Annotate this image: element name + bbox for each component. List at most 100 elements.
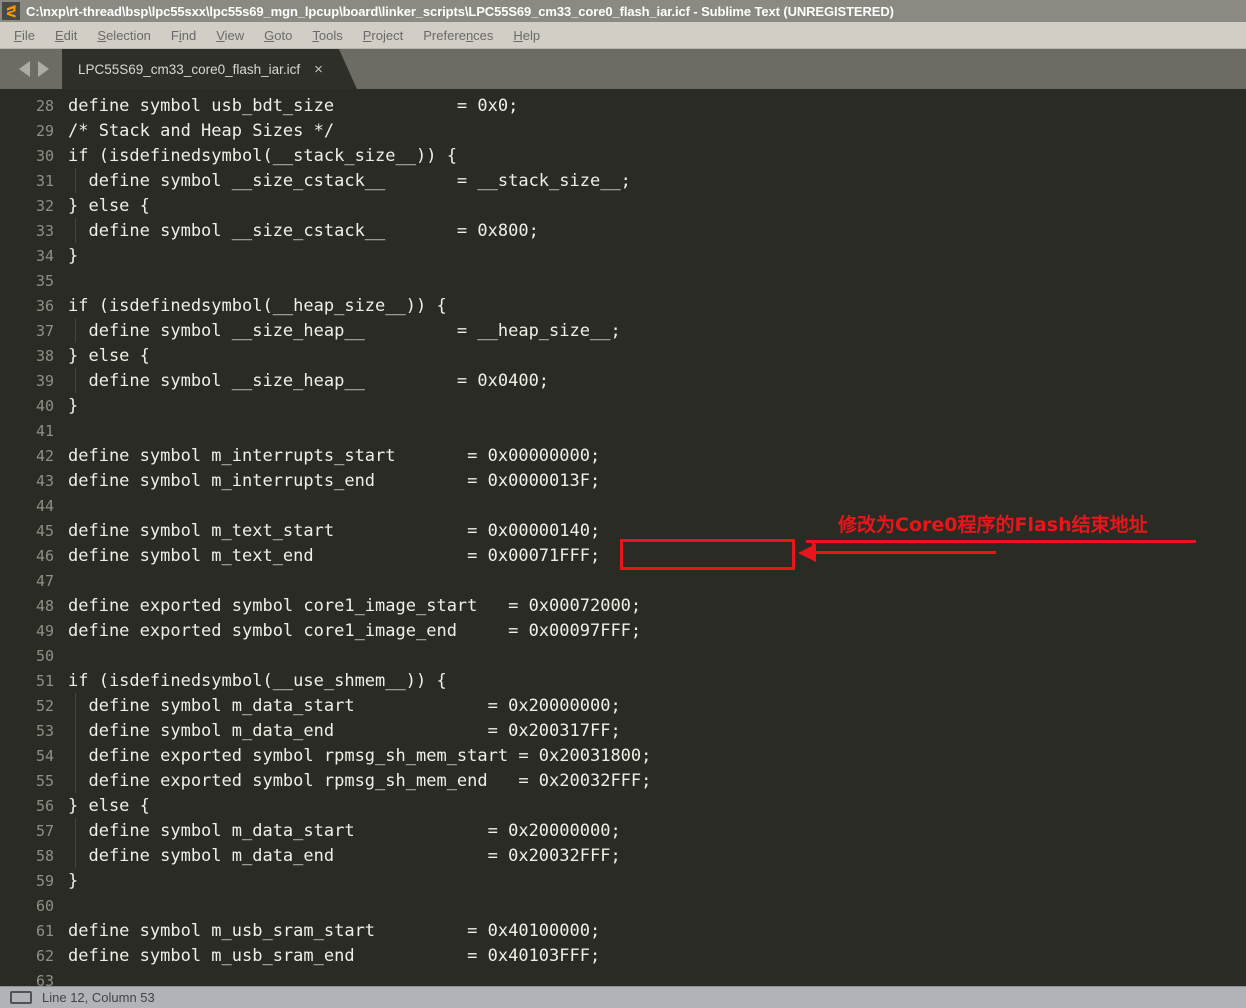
line-number: 40 [0, 397, 68, 415]
code-line[interactable]: 55 define exported symbol rpmsg_sh_mem_e… [0, 768, 1246, 793]
line-number: 55 [0, 772, 68, 790]
code-line[interactable]: 61define symbol m_usb_sram_start = 0x401… [0, 918, 1246, 943]
code-line[interactable]: 40} [0, 393, 1246, 418]
code-line[interactable]: 56} else { [0, 793, 1246, 818]
line-text: define symbol m_interrupts_start = 0x000… [68, 446, 600, 466]
line-number: 39 [0, 372, 68, 390]
line-number: 30 [0, 147, 68, 165]
line-number: 58 [0, 847, 68, 865]
line-number: 56 [0, 797, 68, 815]
code-line[interactable]: 41 [0, 418, 1246, 443]
line-number: 49 [0, 622, 68, 640]
line-number: 38 [0, 347, 68, 365]
tab-label: LPC55S69_cm33_core0_flash_iar.icf [78, 62, 300, 77]
line-number: 44 [0, 497, 68, 515]
menu-item-tools[interactable]: Tools [302, 25, 352, 46]
code-line[interactable]: 57 define symbol m_data_start = 0x200000… [0, 818, 1246, 843]
code-editor[interactable]: 28define symbol usb_bdt_size = 0x0;29/* … [0, 89, 1246, 986]
menu-item-file[interactable]: File [4, 25, 45, 46]
line-number: 36 [0, 297, 68, 315]
menu-item-edit[interactable]: Edit [45, 25, 87, 46]
line-number: 52 [0, 697, 68, 715]
code-line[interactable]: 58 define symbol m_data_end = 0x20032FFF… [0, 843, 1246, 868]
code-line[interactable]: 52 define symbol m_data_start = 0x200000… [0, 693, 1246, 718]
menu-item-help[interactable]: Help [503, 25, 550, 46]
code-line[interactable]: 42define symbol m_interrupts_start = 0x0… [0, 443, 1246, 468]
code-line[interactable]: 53 define symbol m_data_end = 0x200317FF… [0, 718, 1246, 743]
document-icon [10, 991, 32, 1004]
code-line[interactable]: 39 define symbol __size_heap__ = 0x0400; [0, 368, 1246, 393]
code-line[interactable]: 49define exported symbol core1_image_end… [0, 618, 1246, 643]
right-triangle-icon[interactable] [38, 61, 49, 77]
menu-bar: File Edit Selection Find View Goto Tools… [0, 22, 1246, 49]
code-line[interactable]: 45define symbol m_text_start = 0x0000014… [0, 518, 1246, 543]
menu-item-view[interactable]: View [206, 25, 254, 46]
code-line[interactable]: 35 [0, 268, 1246, 293]
line-number: 32 [0, 197, 68, 215]
menu-item-find[interactable]: Find [161, 25, 206, 46]
menu-item-project[interactable]: Project [353, 25, 414, 46]
code-line[interactable]: 60 [0, 893, 1246, 918]
line-text: } [68, 871, 78, 891]
line-number: 37 [0, 322, 68, 340]
line-text: define exported symbol core1_image_start… [68, 596, 641, 616]
code-line[interactable]: 47 [0, 568, 1246, 593]
line-number: 50 [0, 647, 68, 665]
code-line[interactable]: 54 define exported symbol rpmsg_sh_mem_s… [0, 743, 1246, 768]
line-number: 35 [0, 272, 68, 290]
line-number: 43 [0, 472, 68, 490]
code-line[interactable]: 48define exported symbol core1_image_sta… [0, 593, 1246, 618]
line-text: } else { [68, 346, 150, 366]
indent-guide [75, 768, 76, 793]
code-line[interactable]: 31 define symbol __size_cstack__ = __sta… [0, 168, 1246, 193]
menu-item-preferences[interactable]: Preferences [413, 25, 503, 46]
code-line[interactable]: 28define symbol usb_bdt_size = 0x0; [0, 93, 1246, 118]
code-line[interactable]: 43define symbol m_interrupts_end = 0x000… [0, 468, 1246, 493]
line-text: define symbol usb_bdt_size = 0x0; [68, 96, 518, 116]
line-number: 47 [0, 572, 68, 590]
menu-item-selection[interactable]: Selection [87, 25, 161, 46]
line-text: define symbol m_data_start = 0x20000000; [68, 696, 621, 716]
code-line[interactable]: 29/* Stack and Heap Sizes */ [0, 118, 1246, 143]
code-line[interactable]: 50 [0, 643, 1246, 668]
indent-guide [75, 318, 76, 343]
indent-guide [75, 818, 76, 843]
line-number: 29 [0, 122, 68, 140]
line-number: 54 [0, 747, 68, 765]
line-number: 46 [0, 547, 68, 565]
code-line[interactable]: 34} [0, 243, 1246, 268]
close-icon[interactable]: × [314, 62, 323, 77]
sublime-text-logo-icon [2, 2, 20, 20]
line-text: define symbol m_data_end = 0x200317FF; [68, 721, 621, 741]
line-text: define symbol m_usb_sram_start = 0x40100… [68, 921, 600, 941]
code-line[interactable]: 38} else { [0, 343, 1246, 368]
menu-item-goto[interactable]: Goto [254, 25, 302, 46]
tab-lpc55s69-cm33-core0-flash-iar-icf[interactable]: LPC55S69_cm33_core0_flash_iar.icf × [62, 49, 357, 89]
code-line[interactable]: 51if (isdefinedsymbol(__use_shmem__)) { [0, 668, 1246, 693]
line-number: 59 [0, 872, 68, 890]
code-line[interactable]: 63 [0, 968, 1246, 986]
tab-nav-arrows [0, 49, 68, 89]
code-line[interactable]: 37 define symbol __size_heap__ = __heap_… [0, 318, 1246, 343]
code-line[interactable]: 30if (isdefinedsymbol(__stack_size__)) { [0, 143, 1246, 168]
code-line[interactable]: 32} else { [0, 193, 1246, 218]
cursor-position-label: Line 12, Column 53 [42, 990, 155, 1005]
line-text: define symbol m_text_start = 0x00000140; [68, 521, 600, 541]
code-line[interactable]: 59} [0, 868, 1246, 893]
line-text: } [68, 396, 78, 416]
code-line[interactable]: 62define symbol m_usb_sram_end = 0x40103… [0, 943, 1246, 968]
indent-guide [75, 718, 76, 743]
line-text: define symbol m_interrupts_end = 0x00000… [68, 471, 600, 491]
indent-guide [75, 168, 76, 193]
left-triangle-icon[interactable] [19, 61, 30, 77]
indent-guide [75, 368, 76, 393]
code-line[interactable]: 46define symbol m_text_end = 0x00071FFF; [0, 543, 1246, 568]
code-line[interactable]: 33 define symbol __size_cstack__ = 0x800… [0, 218, 1246, 243]
line-text: define exported symbol rpmsg_sh_mem_end … [68, 771, 651, 791]
line-number: 57 [0, 822, 68, 840]
code-line[interactable]: 36if (isdefinedsymbol(__heap_size__)) { [0, 293, 1246, 318]
line-text: if (isdefinedsymbol(__heap_size__)) { [68, 296, 447, 316]
code-line[interactable]: 44 [0, 493, 1246, 518]
line-text: define symbol __size_cstack__ = __stack_… [68, 171, 631, 191]
line-text: if (isdefinedsymbol(__use_shmem__)) { [68, 671, 447, 691]
